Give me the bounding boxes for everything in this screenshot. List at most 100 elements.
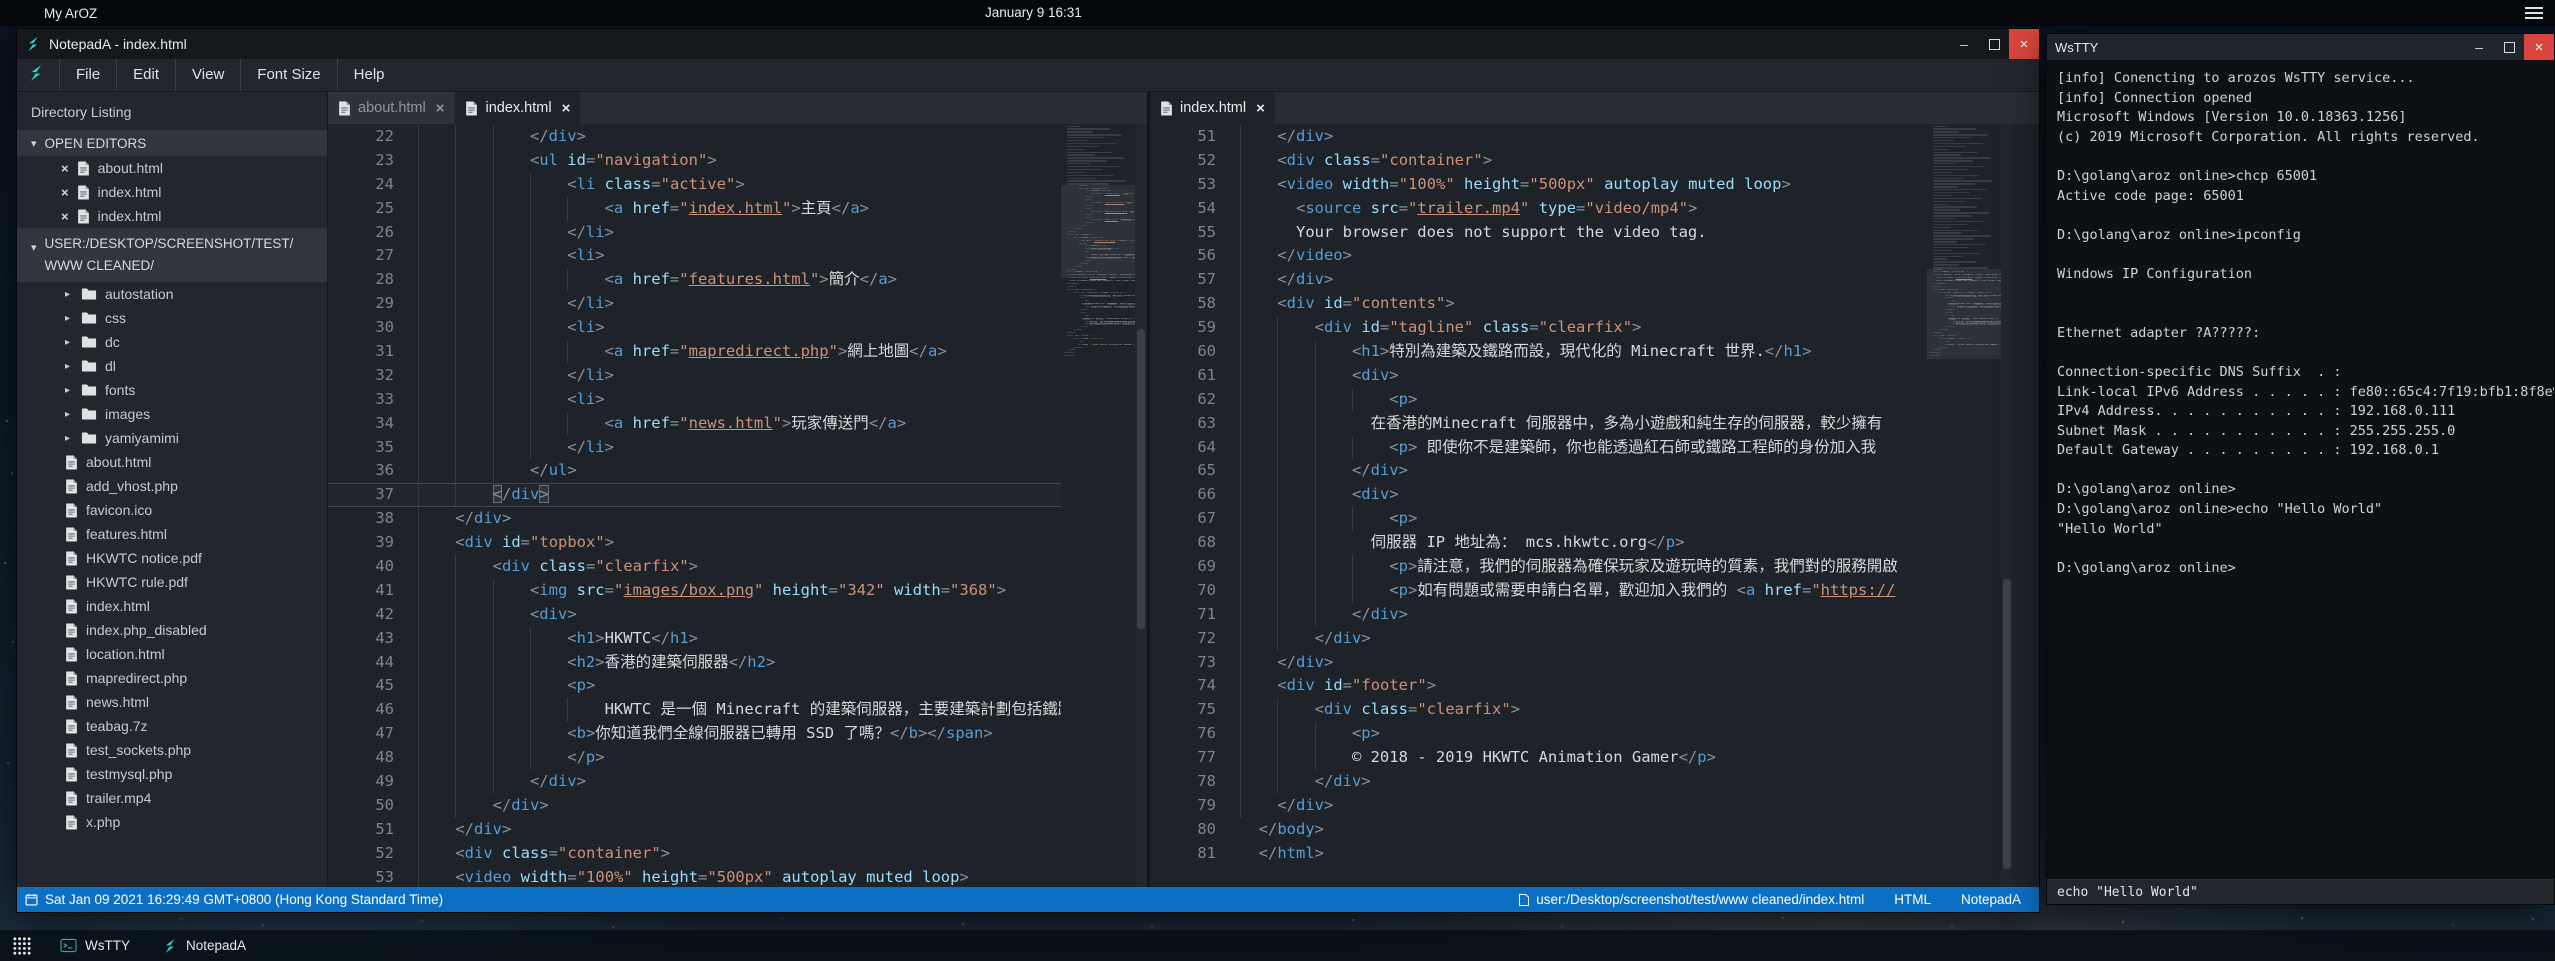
file-item-about.html[interactable]: about.html <box>17 450 327 474</box>
code-line[interactable]: 58<div id="contents"> <box>1150 292 1927 316</box>
code-line[interactable]: 28<a href="features.html">簡介</a> <box>328 268 1061 292</box>
code-line[interactable]: 22</div> <box>328 125 1061 149</box>
code-line[interactable]: 72</div> <box>1150 627 1927 651</box>
menu-item-file[interactable]: File <box>59 59 116 91</box>
code-line[interactable]: 50</div> <box>328 794 1061 818</box>
code-line[interactable]: 64<p> 即使你不是建築師，你也能透過紅石師或鐵路工程師的身份加入我 <box>1150 436 1927 460</box>
code-line[interactable]: 68 伺服器 IP 地址為： mcs.hkwtc.org</p> <box>1150 531 1927 555</box>
code-line[interactable]: 57</div> <box>1150 268 1927 292</box>
minimize-button[interactable]: – <box>2464 34 2494 60</box>
code-line[interactable]: 30<li> <box>328 316 1061 340</box>
tab-index.html[interactable]: index.html× <box>1150 92 1275 124</box>
code-line[interactable]: 37</div> <box>328 483 1061 507</box>
code-line[interactable]: 47<b>你知道我們全線伺服器已轉用 SSD 了嗎？</b></span> <box>328 722 1061 746</box>
code-line[interactable]: 52<div class="container"> <box>328 842 1061 866</box>
code-line[interactable]: 51</div> <box>328 818 1061 842</box>
code-line[interactable]: 65</div> <box>1150 459 1927 483</box>
file-item-HKWTC rule.pdf[interactable]: HKWTC rule.pdf <box>17 570 327 594</box>
file-item-test_sockets.php[interactable]: test_sockets.php <box>17 738 327 762</box>
folder-item-fonts[interactable]: ▸fonts <box>17 378 327 402</box>
notepada-titlebar[interactable]: NotepadA - index.html – × <box>17 29 2039 59</box>
maximize-button[interactable] <box>1979 29 2009 59</box>
code-line[interactable]: 55 Your browser does not support the vid… <box>1150 221 1927 245</box>
code-line[interactable]: 78</div> <box>1150 770 1927 794</box>
minimap[interactable]: </div> <div class="container"> <video wi… <box>1927 124 2001 887</box>
file-item-index.html[interactable]: index.html <box>17 594 327 618</box>
code-line[interactable]: 35</li> <box>328 436 1061 460</box>
code-line[interactable]: 81 </html> <box>1150 842 1927 866</box>
vertical-scrollbar[interactable] <box>1135 124 1147 887</box>
code-line[interactable]: 46HKWTC 是一個 Minecraft 的建築伺服器，主要建築計劃包括鐵路 <box>328 698 1061 722</box>
code-line[interactable]: 38</div> <box>328 507 1061 531</box>
code-line[interactable]: 45<p> <box>328 674 1061 698</box>
code-line[interactable]: 60<h1>特別為建築及鐵路而設，現代化的 Minecraft 世界.</h1> <box>1150 340 1927 364</box>
code-line[interactable]: 36</ul> <box>328 459 1061 483</box>
close-tab-icon[interactable]: × <box>1256 100 1265 117</box>
code-line[interactable]: 27<li> <box>328 244 1061 268</box>
folder-item-dc[interactable]: ▸dc <box>17 330 327 354</box>
code-line[interactable]: 79</div> <box>1150 794 1927 818</box>
file-item-x.php[interactable]: x.php <box>17 810 327 834</box>
code-line[interactable]: 67<p> <box>1150 507 1927 531</box>
file-item-teabag.7z[interactable]: teabag.7z <box>17 714 327 738</box>
file-item-add_vhost.php[interactable]: add_vhost.php <box>17 474 327 498</box>
code-line[interactable]: 61<div> <box>1150 364 1927 388</box>
folder-item-css[interactable]: ▸css <box>17 306 327 330</box>
code-line[interactable]: 42<div> <box>328 603 1061 627</box>
code-line[interactable]: 66<div> <box>1150 483 1927 507</box>
code-line[interactable]: 69<p>請注意，我們的伺服器為確保玩家及遊玩時的質素，我們對的服務開啟 <box>1150 555 1927 579</box>
close-button[interactable]: × <box>2524 34 2554 60</box>
workspace-root-header[interactable]: ▾ USER:/DESKTOP/SCREENSHOT/TEST/WWW CLEA… <box>17 228 327 282</box>
close-tab-icon[interactable]: × <box>436 100 445 117</box>
close-icon[interactable]: × <box>61 209 69 224</box>
code-line[interactable]: 53<video width="100%" height="500px" aut… <box>328 866 1061 887</box>
code-line[interactable]: 24<li class="active"> <box>328 173 1061 197</box>
code-line[interactable]: 29</li> <box>328 292 1061 316</box>
file-item-features.html[interactable]: features.html <box>17 522 327 546</box>
open-editor-index.html[interactable]: ×index.html <box>17 180 327 204</box>
code-line[interactable]: 63 在香港的Minecraft 伺服器中，多為小遊戲和純生存的伺服器，較少擁有 <box>1150 412 1927 436</box>
code-line[interactable]: 54 <source src="trailer.mp4" type="video… <box>1150 197 1927 221</box>
minimize-button[interactable]: – <box>1949 29 1979 59</box>
code-line[interactable]: 49</div> <box>328 770 1061 794</box>
taskbar-item-notepada[interactable]: NotepadA <box>146 930 262 961</box>
code-line[interactable]: 77© 2018 - 2019 HKWTC Animation Gamer</p… <box>1150 746 1927 770</box>
code-line[interactable]: 71</div> <box>1150 603 1927 627</box>
code-line[interactable]: 32</li> <box>328 364 1061 388</box>
terminal-input[interactable] <box>2055 884 2546 901</box>
hamburger-menu-icon[interactable] <box>2525 7 2543 22</box>
close-tab-icon[interactable]: × <box>562 100 571 117</box>
code-line[interactable]: 75<div class="clearfix"> <box>1150 698 1927 722</box>
menu-item-help[interactable]: Help <box>337 59 401 91</box>
code-editor[interactable]: 51</div>52<div class="container">53<vide… <box>1150 124 1927 887</box>
code-line[interactable]: 59<div id="tagline" class="clearfix"> <box>1150 316 1927 340</box>
code-line[interactable]: 70<p>如有問題或需要申請白名單，歡迎加入我們的 <a href="https… <box>1150 579 1927 603</box>
open-editor-about.html[interactable]: ×about.html <box>17 156 327 180</box>
wstty-titlebar[interactable]: WsTTY – × <box>2047 34 2554 60</box>
file-item-index.php_disabled[interactable]: index.php_disabled <box>17 618 327 642</box>
code-line[interactable]: 39<div id="topbox"> <box>328 531 1061 555</box>
open-editor-index.html[interactable]: ×index.html <box>17 204 327 228</box>
code-line[interactable]: 56</video> <box>1150 244 1927 268</box>
folder-item-dl[interactable]: ▸dl <box>17 354 327 378</box>
code-line[interactable]: 62<p> <box>1150 388 1927 412</box>
vertical-scrollbar[interactable] <box>2001 124 2013 887</box>
close-button[interactable]: × <box>2009 29 2039 59</box>
folder-item-autostation[interactable]: ▸autostation <box>17 282 327 306</box>
code-line[interactable]: 25<a href="index.html">主頁</a> <box>328 197 1061 221</box>
menu-item-edit[interactable]: Edit <box>116 59 175 91</box>
code-line[interactable]: 26</li> <box>328 221 1061 245</box>
menu-item-font-size[interactable]: Font Size <box>240 59 336 91</box>
file-item-HKWTC notice.pdf[interactable]: HKWTC notice.pdf <box>17 546 327 570</box>
code-line[interactable]: 52<div class="container"> <box>1150 149 1927 173</box>
menu-item-view[interactable]: View <box>175 59 240 91</box>
minimap[interactable]: </div> <ul id="navigation"> <li class="a… <box>1061 124 1135 887</box>
maximize-button[interactable] <box>2494 34 2524 60</box>
file-item-favicon.ico[interactable]: favicon.ico <box>17 498 327 522</box>
file-item-news.html[interactable]: news.html <box>17 690 327 714</box>
code-line[interactable]: 74<div id="footer"> <box>1150 674 1927 698</box>
code-line[interactable]: 41<img src="images/box.png" height="342"… <box>328 579 1061 603</box>
code-line[interactable]: 34<a href="news.html">玩家傳送門</a> <box>328 412 1061 436</box>
code-line[interactable]: 51</div> <box>1150 125 1927 149</box>
code-line[interactable]: 33<li> <box>328 388 1061 412</box>
